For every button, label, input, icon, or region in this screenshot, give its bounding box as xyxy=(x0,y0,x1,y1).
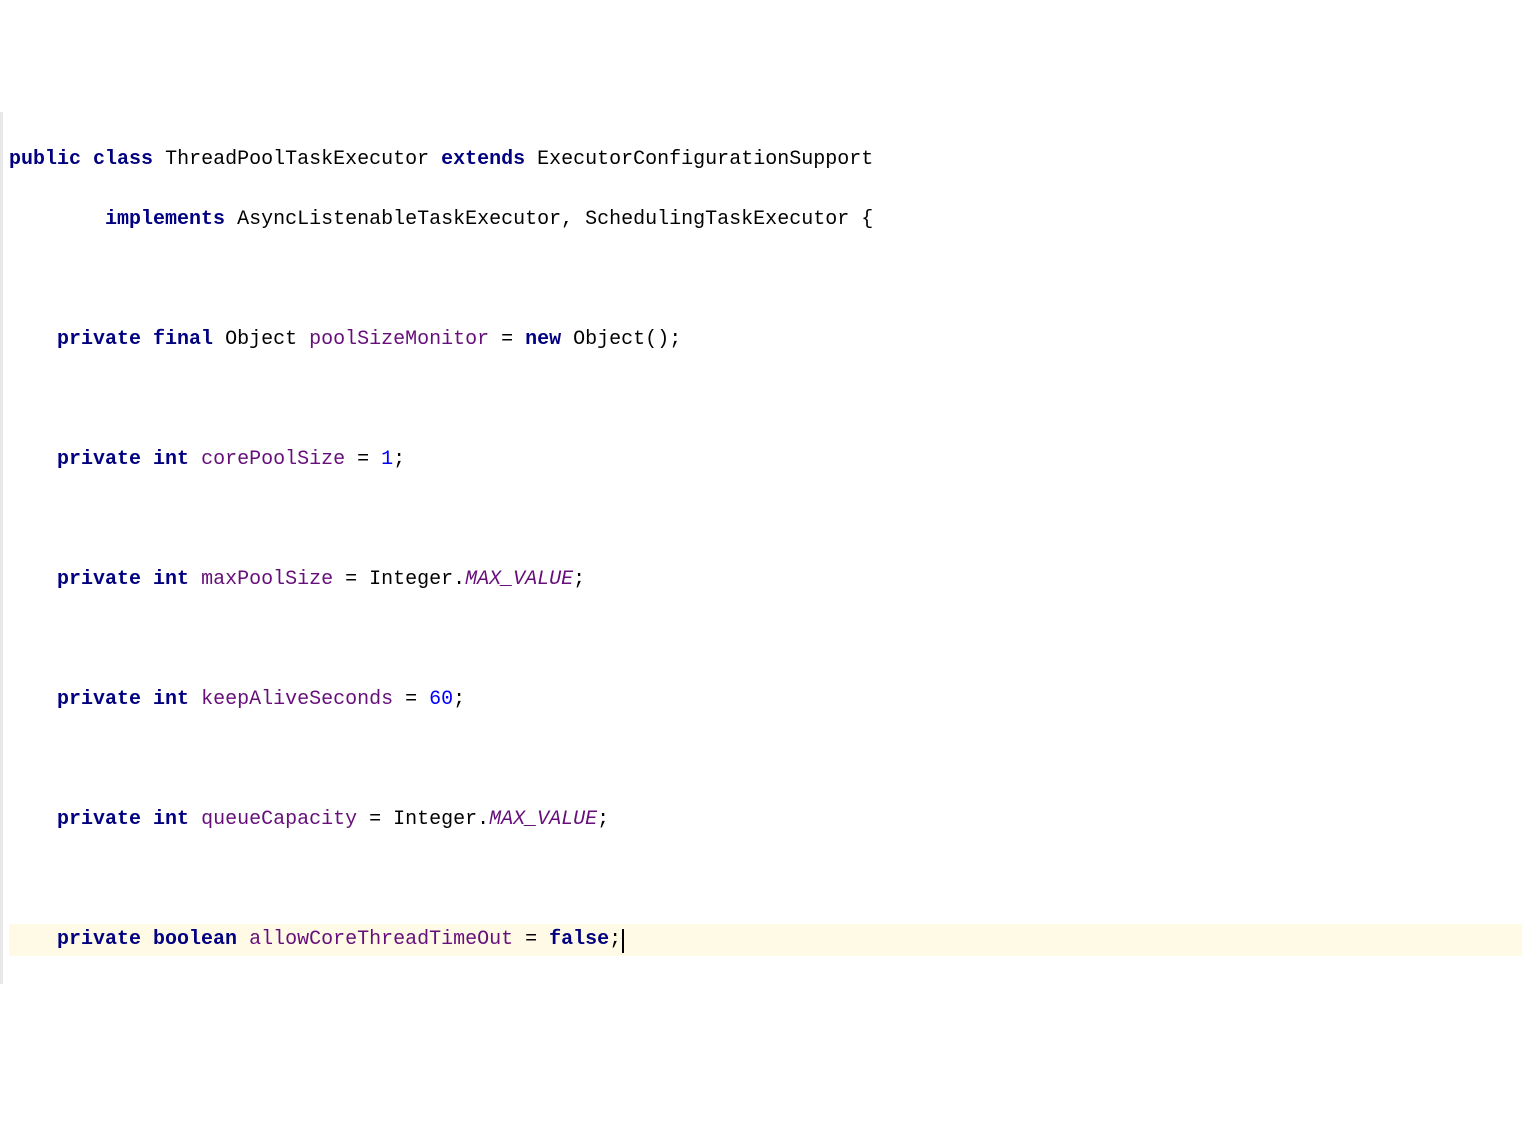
field-name: queueCapacity xyxy=(201,808,357,831)
text-caret xyxy=(622,929,624,953)
field-name: corePoolSize xyxy=(201,448,345,471)
keyword-extends: extends xyxy=(441,148,525,171)
code-line-active[interactable]: private boolean allowCoreThreadTimeOut =… xyxy=(9,924,1522,956)
code-line-blank[interactable] xyxy=(9,624,1522,656)
keyword-public: public xyxy=(9,148,81,171)
code-line-blank[interactable] xyxy=(9,504,1522,536)
keyword-class: class xyxy=(93,148,153,171)
semicolon: ; xyxy=(597,808,609,831)
equals: = xyxy=(513,928,549,951)
interface-name: SchedulingTaskExecutor xyxy=(585,208,849,231)
keyword-int: int xyxy=(153,568,189,591)
semicolon: ; xyxy=(573,568,585,591)
type-object: Object xyxy=(225,328,297,351)
comma: , xyxy=(561,208,573,231)
code-line[interactable]: implements AsyncListenableTaskExecutor, … xyxy=(9,204,1522,236)
keyword-private: private xyxy=(57,808,141,831)
code-line[interactable]: private int keepAliveSeconds = 60; xyxy=(9,684,1522,716)
super-class: ExecutorConfigurationSupport xyxy=(537,148,873,171)
number-literal: 1 xyxy=(381,448,393,471)
code-line-blank[interactable] xyxy=(9,264,1522,296)
constructor-call: Object(); xyxy=(561,328,681,351)
keyword-private: private xyxy=(57,928,141,951)
keyword-boolean: boolean xyxy=(153,928,237,951)
code-line[interactable]: private int maxPoolSize = Integer.MAX_VA… xyxy=(9,564,1522,596)
field-name: keepAliveSeconds xyxy=(201,688,393,711)
code-line-blank[interactable] xyxy=(9,864,1522,896)
keyword-false: false xyxy=(549,928,609,951)
keyword-private: private xyxy=(57,568,141,591)
equals: = Integer. xyxy=(357,808,489,831)
keyword-private: private xyxy=(57,448,141,471)
code-line[interactable]: private int corePoolSize = 1; xyxy=(9,444,1522,476)
keyword-int: int xyxy=(153,688,189,711)
code-line[interactable]: private final Object poolSizeMonitor = n… xyxy=(9,324,1522,356)
code-line[interactable]: private int queueCapacity = Integer.MAX_… xyxy=(9,804,1522,836)
constant-max-value: MAX_VALUE xyxy=(489,808,597,831)
field-name: allowCoreThreadTimeOut xyxy=(249,928,513,951)
class-name: ThreadPoolTaskExecutor xyxy=(165,148,429,171)
keyword-new: new xyxy=(525,328,561,351)
code-editor[interactable]: public class ThreadPoolTaskExecutor exte… xyxy=(0,112,1522,984)
semicolon: ; xyxy=(393,448,405,471)
code-line-blank[interactable] xyxy=(9,384,1522,416)
keyword-private: private xyxy=(57,328,141,351)
brace-open: { xyxy=(849,208,873,231)
number-literal: 60 xyxy=(429,688,453,711)
keyword-implements: implements xyxy=(105,208,225,231)
field-name: maxPoolSize xyxy=(201,568,333,591)
code-line[interactable]: public class ThreadPoolTaskExecutor exte… xyxy=(9,144,1522,176)
keyword-final: final xyxy=(153,328,213,351)
constant-max-value: MAX_VALUE xyxy=(465,568,573,591)
equals: = Integer. xyxy=(333,568,465,591)
equals: = xyxy=(489,328,525,351)
field-name: poolSizeMonitor xyxy=(309,328,489,351)
code-line-blank[interactable] xyxy=(9,744,1522,776)
semicolon: ; xyxy=(609,928,621,951)
equals: = xyxy=(393,688,429,711)
equals: = xyxy=(345,448,381,471)
keyword-int: int xyxy=(153,448,189,471)
interface-name: AsyncListenableTaskExecutor xyxy=(237,208,561,231)
keyword-int: int xyxy=(153,808,189,831)
keyword-private: private xyxy=(57,688,141,711)
semicolon: ; xyxy=(453,688,465,711)
